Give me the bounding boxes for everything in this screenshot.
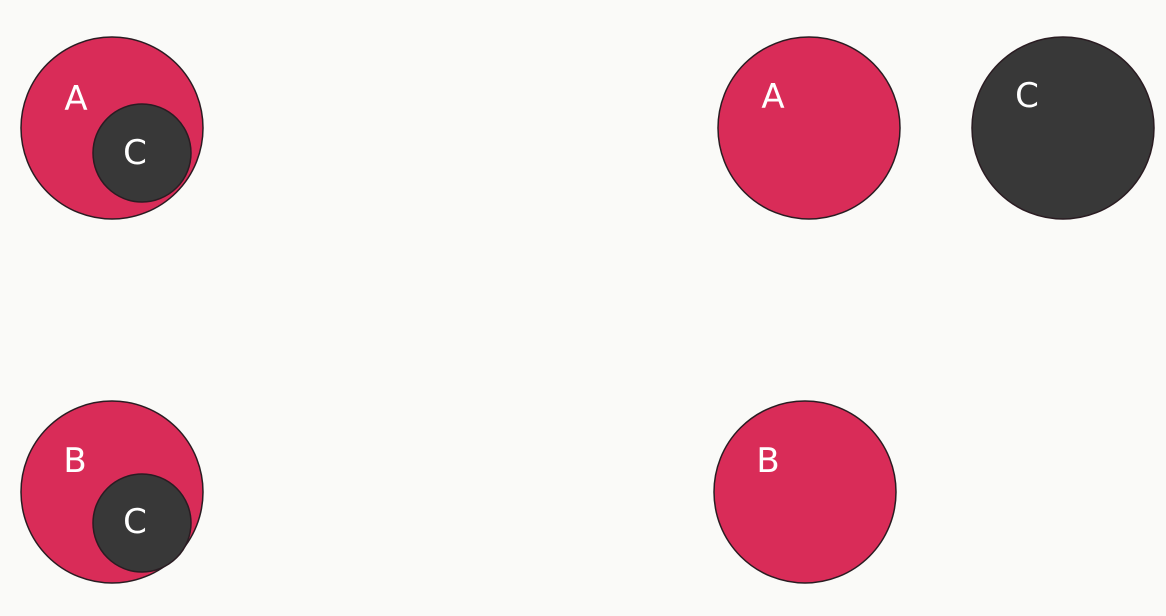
set-c-separate-label: C (1015, 76, 1039, 116)
set-b-label: B (63, 441, 86, 481)
set-c-subset-label: C (123, 133, 147, 173)
set-c-separate-circle (971, 36, 1155, 220)
diagram-c-separate: C (971, 36, 1155, 220)
set-b-separate-circle (713, 400, 897, 584)
diagram-a-contains-c: A C (20, 36, 204, 220)
set-diagrams-canvas: A C B C A C B (20, 36, 1155, 584)
set-c-subset-label: C (123, 502, 147, 542)
diagram-a-separate: A (717, 36, 901, 220)
set-a-separate-label: A (761, 77, 784, 117)
set-a-label: A (64, 79, 87, 119)
set-a-separate-circle (717, 36, 901, 220)
set-b-separate-label: B (756, 441, 779, 481)
diagram-b-contains-c: B C (20, 400, 204, 584)
diagram-b-separate: B (713, 400, 897, 584)
